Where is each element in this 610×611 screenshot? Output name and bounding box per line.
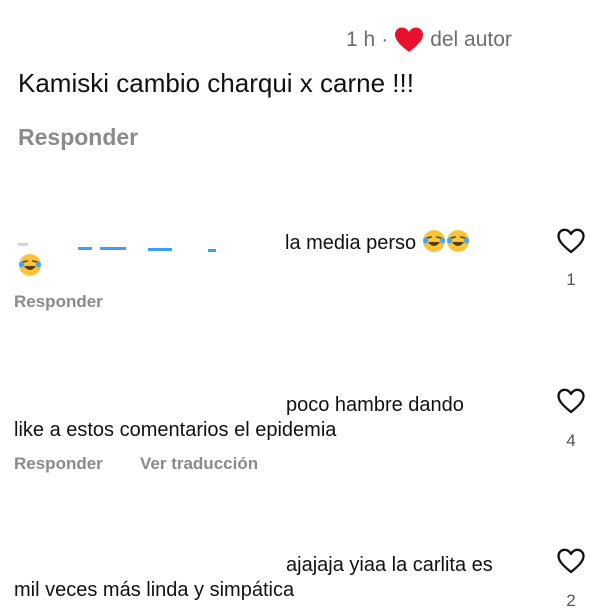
comment-time: 1 h xyxy=(346,28,376,51)
reply-2-text-line2: like a estos comentarios el epidemia xyxy=(14,419,337,441)
meta-separator: · xyxy=(381,28,389,51)
reply-2-reply-button[interactable]: Responder xyxy=(14,454,103,474)
author-heart-icon xyxy=(394,26,424,54)
like-heart-outline-icon[interactable] xyxy=(556,227,586,255)
parent-comment-text: Kamiski cambio charqui x carne !!! xyxy=(18,68,414,98)
reply-3-text-line1: ajajaja yiaa la carlita es xyxy=(286,554,493,576)
reply-1-text: la media perso xyxy=(285,229,470,256)
reply-1-reply-button[interactable]: Responder xyxy=(14,292,103,312)
laughing-emoji-icon xyxy=(422,229,446,253)
reply-2-text-line1: poco hambre dando xyxy=(286,394,464,416)
redacted-username xyxy=(18,243,216,252)
like-heart-outline-icon[interactable] xyxy=(556,547,586,575)
like-heart-outline-icon[interactable] xyxy=(556,387,586,415)
reply-3-like-count: 2 xyxy=(566,591,576,610)
reply-1-text-line: la media perso xyxy=(285,232,417,254)
liked-by-author-label: del autor xyxy=(430,28,512,51)
reply-2-like-count: 4 xyxy=(566,431,576,450)
reply-3-text-line2: mil veces más linda y simpática xyxy=(14,579,295,601)
laughing-emoji-icon xyxy=(446,229,470,253)
reply-1-like-count: 1 xyxy=(566,270,576,289)
laughing-emoji-icon xyxy=(18,253,42,282)
comment-meta: 1 h · del autor xyxy=(346,26,512,54)
see-translation-button[interactable]: Ver traducción xyxy=(140,454,258,474)
parent-reply-button[interactable]: Responder xyxy=(18,124,138,151)
